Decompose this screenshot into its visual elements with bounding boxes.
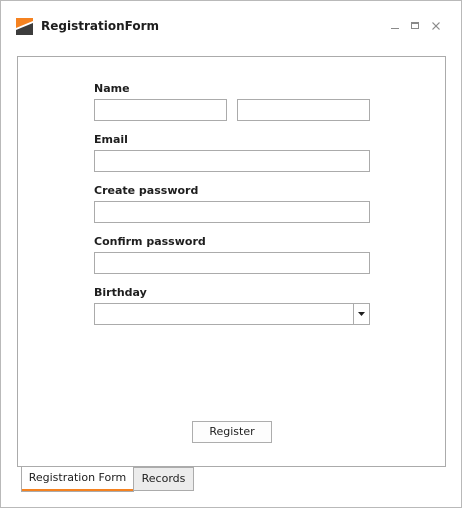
maximize-icon[interactable] <box>408 19 422 33</box>
confirm-password-input[interactable] <box>94 252 370 274</box>
last-name-input[interactable] <box>237 99 370 121</box>
first-name-input[interactable] <box>94 99 227 121</box>
chevron-down-icon <box>358 312 365 316</box>
tab-registration-form[interactable]: Registration Form <box>21 467 134 492</box>
app-logo-icon <box>16 18 33 35</box>
birthday-date-picker[interactable] <box>94 303 370 325</box>
minimize-icon[interactable] <box>388 19 402 33</box>
registration-window: RegistrationForm Name Email Create passw… <box>0 0 462 508</box>
registration-form-panel: Name Email Create password Confirm passw… <box>17 56 446 467</box>
tab-label: Registration Form <box>28 471 127 484</box>
window-title: RegistrationForm <box>41 19 159 33</box>
create-password-label: Create password <box>94 184 199 197</box>
tab-records[interactable]: Records <box>134 467 194 491</box>
close-icon[interactable] <box>429 19 443 33</box>
create-password-input[interactable] <box>94 201 370 223</box>
tab-label: Records <box>141 472 186 485</box>
email-input[interactable] <box>94 150 370 172</box>
selected-tab-indicator <box>22 489 133 491</box>
confirm-password-label: Confirm password <box>94 235 206 248</box>
birthday-label: Birthday <box>94 286 147 299</box>
birthday-dropdown-button[interactable] <box>353 304 369 324</box>
name-label: Name <box>94 82 130 95</box>
register-button[interactable]: Register <box>192 421 272 443</box>
title-bar[interactable]: RegistrationForm <box>1 1 461 45</box>
email-label: Email <box>94 133 128 146</box>
